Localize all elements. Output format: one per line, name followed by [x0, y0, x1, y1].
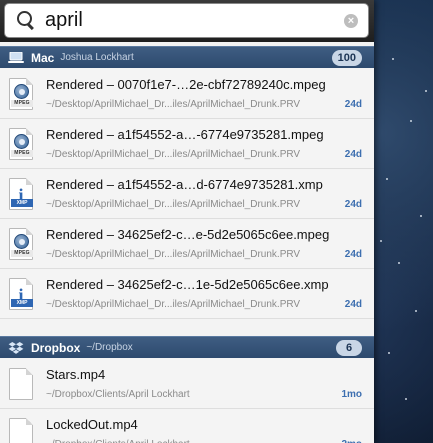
result-row[interactable]: MPEG Rendered – a1f54552-a…-6774e9735281.… [0, 119, 374, 169]
result-path: ~/Desktop/AprilMichael_Dr...iles/AprilMi… [46, 99, 301, 110]
result-name: Rendered – a1f54552-a…d-6774e9735281.xmp [46, 177, 323, 192]
mpeg-file-icon: MPEG [9, 128, 37, 160]
result-name: Stars.mp4 [46, 367, 106, 382]
search-results-panel: × Mac Joshua Lockhart 100 MPEG Rendered –… [0, 0, 374, 443]
dropbox-icon [8, 341, 24, 354]
section-title: Mac [31, 50, 55, 65]
result-row[interactable]: MPEG Rendered – 34625ef2-c…e-5d2e5065c6ee… [0, 219, 374, 269]
document-icon [9, 418, 37, 443]
result-name: Rendered – 34625ef2-c…1e-5d2e5065c6ee.xm… [46, 277, 329, 292]
result-name: Rendered – 0070f1e7-…2e-cbf72789240c.mpe… [46, 77, 326, 92]
section-title: Dropbox [31, 340, 81, 355]
result-count-badge: 100 [331, 50, 362, 66]
result-count-badge: 6 [336, 340, 362, 356]
result-path: ~/Desktop/AprilMichael_Dr...iles/AprilMi… [46, 299, 301, 310]
result-age: 24d [344, 149, 362, 160]
result-row[interactable]: MPEG Rendered – 0070f1e7-…2e-cbf72789240c… [0, 69, 374, 119]
result-row[interactable]: Stars.mp4 ~/Dropbox/Clients/April Lockhar… [0, 359, 374, 409]
search-input[interactable] [45, 9, 325, 32]
result-path: ~/Desktop/AprilMichael_Dr...iles/AprilMi… [46, 149, 301, 160]
result-path: ~/Desktop/AprilMichael_Dr...iles/AprilMi… [46, 249, 301, 260]
result-row[interactable]: i XMP Rendered – 34625ef2-c…1e-5d2e5065c6e… [0, 269, 374, 319]
result-age: 24d [344, 299, 362, 310]
result-age: 2mo [341, 439, 362, 443]
result-row[interactable]: i XMP Rendered – a1f54552-a…d-6774e9735281… [0, 169, 374, 219]
result-path: ~/Dropbox/Clients/April Lockhart [46, 389, 190, 400]
result-age: 24d [344, 249, 362, 260]
result-age: 24d [344, 99, 362, 110]
mpeg-file-icon: MPEG [9, 78, 37, 110]
xmp-file-icon: i XMP [9, 278, 37, 310]
result-path: ~/Desktop/AprilMichael_Dr...iles/AprilMi… [46, 199, 301, 210]
laptop-icon [8, 51, 24, 63]
search-icon [17, 10, 37, 31]
result-name: Rendered – 34625ef2-c…e-5d2e5065c6ee.mpe… [46, 227, 330, 242]
mpeg-file-icon: MPEG [9, 228, 37, 260]
result-name: Rendered – a1f54552-a…-6774e9735281.mpeg [46, 127, 324, 142]
section-subtitle: ~/Dropbox [86, 342, 133, 353]
result-row[interactable]: LockedOut.mp4 ~/Dropbox/Clients/April Loc… [0, 409, 374, 443]
section-header-dropbox[interactable]: Dropbox ~/Dropbox 6 [0, 336, 374, 358]
document-icon [9, 368, 37, 400]
result-name: LockedOut.mp4 [46, 417, 138, 432]
xmp-file-icon: i XMP [9, 178, 37, 210]
section-header-mac[interactable]: Mac Joshua Lockhart 100 [0, 46, 374, 68]
result-path: ~/Dropbox/Clients/April Lockhart [46, 439, 190, 443]
section-subtitle: Joshua Lockhart [60, 52, 134, 63]
search-bar: × [0, 0, 374, 42]
clear-search-icon[interactable]: × [344, 14, 358, 28]
result-age: 24d [344, 199, 362, 210]
search-field[interactable]: × [4, 3, 369, 38]
result-age: 1mo [341, 389, 362, 400]
